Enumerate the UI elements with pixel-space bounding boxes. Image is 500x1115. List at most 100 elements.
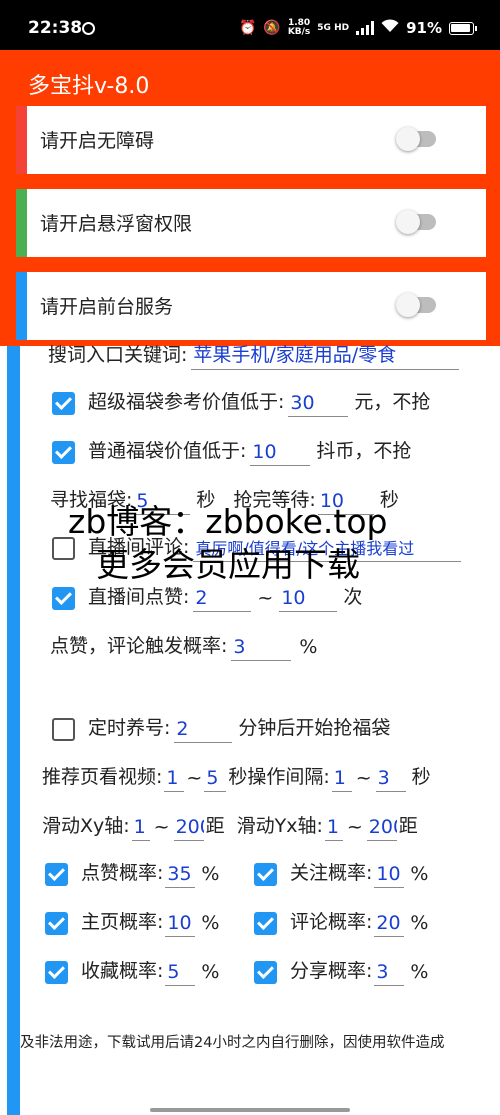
slide-y-separator: ~ [346, 816, 363, 838]
normal-bag-checkbox[interactable] [52, 441, 75, 464]
slide-y-unit: 距 [398, 815, 418, 837]
op-unit: 秒 [411, 766, 431, 788]
recommend-separator: ~ [186, 767, 203, 789]
nurture-input[interactable]: 2 [174, 718, 233, 743]
like-separator: ~ [257, 587, 274, 609]
share-prob-input[interactable]: 3 [374, 961, 405, 986]
home-prob-input[interactable]: 10 [165, 912, 196, 937]
follow-prob-checkbox[interactable] [254, 863, 277, 886]
trigger-unit: % [299, 636, 318, 658]
permission-accessibility[interactable]: 请开启无障碍 [16, 106, 486, 174]
op-max-input[interactable]: 3 [375, 767, 406, 792]
follow-prob-row: 关注概率: 10 % [254, 858, 428, 888]
super-bag-suffix: 元，不抢 [354, 391, 431, 413]
like-unit: 次 [343, 586, 363, 608]
watermark-line-1: zb博客：zbboke.top [68, 502, 388, 541]
slide-x-separator: ~ [153, 816, 170, 838]
like-prob-checkbox[interactable] [45, 863, 68, 886]
fav-prob-checkbox[interactable] [45, 961, 68, 984]
like-min-input[interactable]: 2 [193, 587, 252, 612]
normal-bag-label: 普通福袋价值低于: [88, 440, 247, 462]
super-bag-checkbox[interactable] [52, 392, 75, 415]
comment-prob-label: 评论概率: [290, 911, 373, 933]
switch-knob [396, 210, 420, 234]
permission-foreground-service[interactable]: 请开启前台服务 [16, 272, 486, 340]
trigger-row: 点赞，评论触发概率: 3 % [50, 631, 317, 661]
network-type: 5G HD [317, 22, 350, 33]
op-label: 操作间隔: [247, 766, 330, 788]
slide-x-max-input[interactable]: 200 [173, 816, 204, 841]
panel-stripe [7, 346, 20, 1115]
super-bag-input[interactable]: 30 [288, 392, 349, 417]
percent-unit: % [410, 863, 429, 885]
card-stripe [16, 272, 27, 340]
percent-unit: % [410, 961, 429, 983]
wifi-icon [381, 19, 399, 37]
slide-y-max-input[interactable]: 200 [366, 816, 397, 841]
accessibility-switch[interactable] [396, 127, 436, 151]
signal-icon [356, 21, 375, 35]
op-separator: ~ [355, 767, 372, 789]
like-prob-label: 点赞概率: [81, 862, 164, 884]
recommend-row: 推荐页看视频: 1 ~ 5 秒 操作间隔: 1 ~ 3 秒 [42, 762, 431, 792]
percent-unit: % [201, 863, 220, 885]
status-icons: ⏰ 🔕 1.80 KB/s 5G HD 91% [239, 19, 477, 37]
nurture-label: 定时养号: [88, 717, 171, 739]
slide-y-min-input[interactable]: 1 [324, 816, 343, 841]
share-prob-checkbox[interactable] [254, 961, 277, 984]
recommend-min-input[interactable]: 1 [164, 767, 185, 792]
normal-bag-input[interactable]: 10 [250, 441, 311, 466]
like-prob-row: 点赞概率: 35 % [45, 858, 219, 888]
like-label: 直播间点赞: [88, 586, 190, 608]
trigger-input[interactable]: 3 [231, 636, 292, 661]
switch-knob [396, 127, 420, 151]
follow-prob-input[interactable]: 10 [374, 863, 405, 888]
comment-prob-checkbox[interactable] [254, 912, 277, 935]
normal-bag-row: 普通福袋价值低于: 10 抖币，不抢 [52, 436, 411, 466]
permission-overlay[interactable]: 请开启悬浮窗权限 [16, 189, 486, 257]
follow-prob-label: 关注概率: [290, 862, 373, 884]
like-checkbox[interactable] [52, 587, 75, 610]
comment-prob-row: 评论概率: 20 % [254, 907, 428, 937]
keyword-input[interactable]: 苹果手机/家庭用品/零食 [191, 340, 460, 370]
like-prob-input[interactable]: 35 [165, 863, 196, 888]
recommend-max-input[interactable]: 5 [204, 767, 227, 792]
like-row: 直播间点赞: 2 ~ 10 次 [52, 582, 362, 612]
trigger-label: 点赞，评论触发概率: [50, 635, 228, 657]
timer-icon [82, 22, 95, 35]
fav-prob-input[interactable]: 5 [165, 961, 196, 986]
share-prob-label: 分享概率: [290, 960, 373, 982]
home-indicator[interactable] [150, 1108, 350, 1112]
app-title: 多宝抖v-8.0 [28, 74, 150, 99]
overlay-switch[interactable] [396, 210, 436, 234]
nurture-checkbox[interactable] [52, 718, 75, 741]
recommend-label: 推荐页看视频: [42, 766, 163, 788]
home-prob-row: 主页概率: 10 % [45, 907, 219, 937]
slide-x-unit: 距 [205, 815, 225, 837]
fav-prob-row: 收藏概率: 5 % [45, 956, 219, 986]
slide-x-min-input[interactable]: 1 [131, 816, 150, 841]
op-min-input[interactable]: 1 [331, 767, 352, 792]
keyword-label: 搜词入口关键词: [48, 344, 188, 366]
permission-label: 请开启悬浮窗权限 [40, 213, 193, 235]
fav-prob-label: 收藏概率: [81, 960, 164, 982]
comment-prob-input[interactable]: 20 [374, 912, 405, 937]
super-bag-row: 超级福袋参考价值低于: 30 元，不抢 [52, 387, 430, 417]
battery-percent: 91% [406, 19, 442, 37]
percent-unit: % [201, 961, 220, 983]
slide-y-label: 滑动Yx轴: [236, 815, 323, 837]
permission-label: 请开启前台服务 [40, 296, 174, 318]
watermark-line-2: 更多会员应用下载 [96, 545, 360, 584]
mute-icon: 🔕 [263, 20, 281, 36]
slide-row: 滑动Xy轴: 1 ~ 200 距 滑动Yx轴: 1 ~ 200 距 [42, 811, 418, 841]
switch-knob [396, 293, 420, 317]
home-prob-checkbox[interactable] [45, 912, 68, 935]
slide-x-label: 滑动Xy轴: [42, 815, 130, 837]
foreground-switch[interactable] [396, 293, 436, 317]
home-prob-label: 主页概率: [81, 911, 164, 933]
card-stripe [16, 189, 27, 257]
percent-unit: % [410, 912, 429, 934]
card-stripe [16, 106, 27, 174]
like-max-input[interactable]: 10 [279, 587, 338, 612]
nurture-row: 定时养号: 2 分钟后开始抢福袋 [52, 713, 390, 743]
